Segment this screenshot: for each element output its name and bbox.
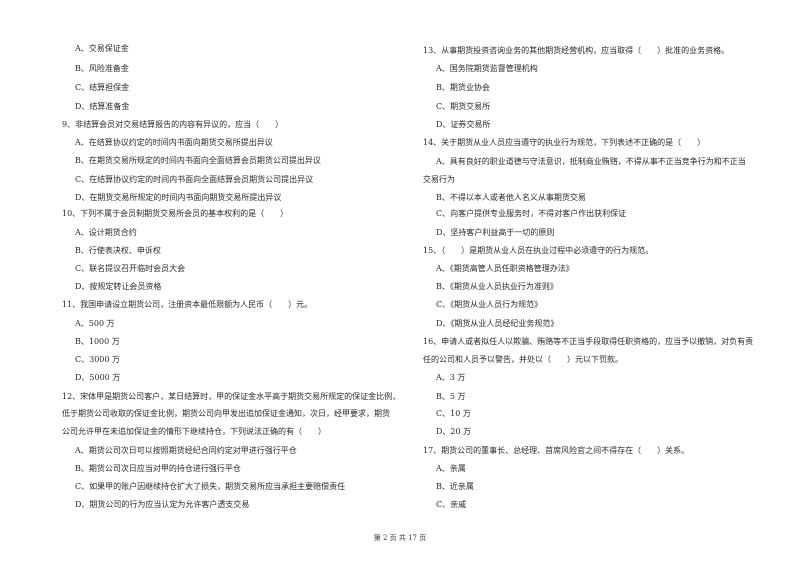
- q13-option-a: A、国务院期货监督管理机构: [436, 64, 538, 73]
- q14-option-c: C、向客户提供专业服务时，不得对客户作出获利保证: [436, 209, 627, 218]
- q9-stem: 9、非结算会员对交易结算报告的内容有异议的，应当（ ）: [62, 120, 284, 129]
- q17-option-a: A、亲属: [436, 464, 466, 473]
- q8-option-d: D、结算准备金: [75, 102, 130, 111]
- q17-option-c: C、亲戚: [436, 500, 467, 509]
- q12-stem-line-3: 公司允许甲在未追加保证金的情形下继续持仓，下列说法正确的有（ ）: [62, 427, 326, 436]
- q16-option-c: C、10 万: [436, 409, 471, 418]
- q15-option-d: D、《期货从业人员经纪业务规范》: [436, 319, 559, 328]
- page-number: 第 2 页 共 17 页: [373, 534, 427, 542]
- q10-option-b: B、行使表决权、申诉权: [75, 246, 161, 255]
- q16-option-d: D、20 万: [436, 427, 472, 436]
- q14-option-d: D、坚持客户利益高于一切的原则: [436, 228, 555, 237]
- q12-option-b: B、期货公司次日应当对甲的持仓进行强行平仓: [75, 464, 241, 473]
- q13-option-d: D、证券交易所: [436, 120, 491, 129]
- q8-option-a: A、交易保证金: [75, 44, 129, 53]
- q12-stem-line-2: 低于期货公司收取的保证金比例，期货公司向甲发出追加保证金通知，次日，经甲要求，期…: [62, 409, 390, 418]
- q9-option-b: B、在期货交易所规定的时间内书面向全面结算会员期货公司提出异议: [75, 156, 321, 165]
- q16-option-b: B、5 万: [436, 392, 466, 401]
- q17-option-b: B、近亲属: [436, 482, 474, 491]
- q14-stem: 14、关于期货从业人员应当遵守的执业行为规范，下列表述不正确的是（ ）: [423, 138, 706, 147]
- q13-stem: 13、从事期货投资咨询业务的其他期货经营机构，应当取得（ ）批准的业务资格。: [423, 46, 730, 55]
- q10-option-d: D、按规定转让会员资格: [75, 282, 162, 291]
- q11-option-b: B、1000 万: [75, 337, 120, 346]
- q12-option-c: C、如果甲的账户因继续持仓扩大了损失，期货交易所应当承担主要赔偿责任: [75, 482, 346, 491]
- q16-stem-line-1: 16、申请人或者拟任人以欺骗、贿赂等不正当手段取得任职资格的，应当予以撤销，对负…: [423, 337, 754, 346]
- q11-option-a: A、500 万: [75, 319, 115, 328]
- q10-option-c: C、联名提议召开临时会员大会: [75, 264, 186, 273]
- q8-option-c: C、结算担保金: [75, 83, 130, 92]
- q10-stem: 10、下列不属于会员制期货交易所会员的基本权利的是（ ）: [62, 209, 289, 218]
- q16-stem-line-2: 任的公司和人员予以警告，并处以（ ）元以下罚款。: [423, 355, 623, 364]
- q15-option-c: C、《期货从业人员行为规范》: [436, 300, 543, 309]
- q11-stem: 11、我国申请设立期货公司，注册资本最低限额为人民币（ ）元。: [62, 300, 313, 309]
- q11-option-d: D、5000 万: [75, 373, 121, 382]
- q12-stem-line-1: 12、宋体甲是期货公司客户，某日结算时，甲的保证金水平高于期货交易所规定的保证金…: [62, 392, 401, 401]
- q9-option-c: C、在结算协议约定的时间内书面向全面结算会员期货公司提出异议: [75, 175, 314, 184]
- q12-option-d: D、期货公司的行为应当认定为允许客户透支交易: [75, 500, 250, 509]
- q15-stem: 15、（ ）是期货从业人员在执业过程中必须遵守的行为规范。: [423, 246, 654, 255]
- q9-option-d: D、在期货交易所规定的时间内书面向期货交易所提出异议: [75, 193, 282, 202]
- q15-option-b: B、《期货从业人员执业行为准则》: [436, 282, 558, 291]
- q14-option-a-line-1: A、具有良好的职业道德与守法意识，抵制商业贿赂，不得从事不正当竞争行为和不正当: [436, 157, 746, 166]
- q16-option-a: A、3 万: [436, 373, 466, 382]
- q8-option-b: B、风险准备金: [75, 64, 129, 73]
- q9-option-a: A、在结算协议约定的时间内书面向期货交易所提出异议: [75, 138, 273, 147]
- q10-option-a: A、设计期货合约: [75, 228, 137, 237]
- q14-option-a-line-2: 交易行为: [423, 175, 455, 184]
- q12-option-a: A、期货公司次日可以按照期货经纪合同约定对甲进行强行平仓: [75, 446, 297, 455]
- q11-option-c: C、3000 万: [75, 355, 121, 364]
- q13-option-c: C、期货交易所: [436, 102, 491, 111]
- q17-stem: 17、期货公司的董事长、总经理、首席风险官之间不得存在（ ）关系。: [423, 446, 690, 455]
- q13-option-b: B、期货业协会: [436, 83, 490, 92]
- q14-option-b: B、不得以本人或者他人名义从事期货交易: [436, 193, 586, 202]
- q15-option-a: A、《期货高管人员任职资格管理办法》: [436, 264, 574, 273]
